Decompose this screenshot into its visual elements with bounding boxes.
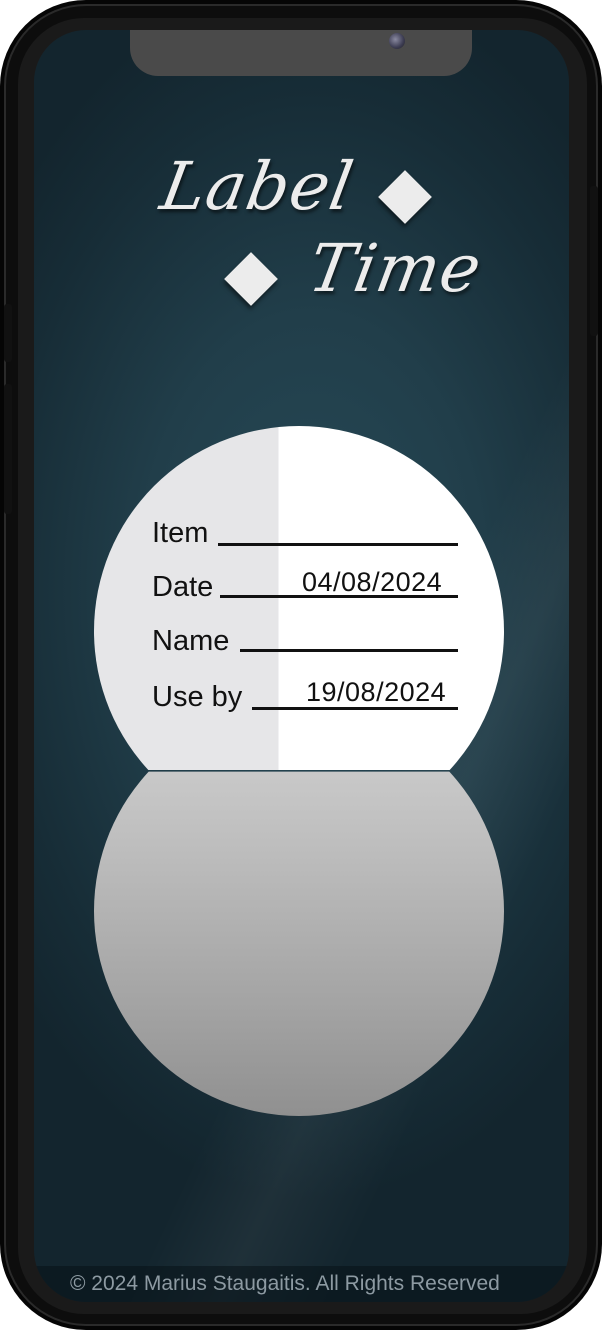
label-field-use-by[interactable]: Use by 19/08/2024 <box>152 676 468 716</box>
field-underline <box>218 543 458 546</box>
field-label: Item <box>152 517 209 549</box>
field-label: Date <box>152 571 214 603</box>
copyright-text: © 2024 Marius Staugaitis. All Rights Res… <box>70 1272 500 1295</box>
volume-buttons <box>4 384 12 514</box>
label-field-item[interactable]: Item <box>152 512 462 552</box>
app-screen: Label Time Item Date 04/08/2024 Name Use… <box>34 30 569 1302</box>
diamond-icon <box>224 252 278 306</box>
logo-word-label: Label <box>155 148 360 225</box>
camera-icon <box>389 33 405 49</box>
mute-switch <box>4 304 12 362</box>
logo-word-time: Time <box>303 230 488 307</box>
field-value[interactable]: 19/08/2024 <box>306 677 446 708</box>
field-value[interactable]: 04/08/2024 <box>302 567 442 598</box>
field-underline <box>240 649 458 652</box>
notch <box>130 30 472 76</box>
power-button <box>590 186 598 336</box>
field-label: Use by <box>152 681 243 713</box>
label-field-name[interactable]: Name <box>152 620 462 660</box>
diamond-icon <box>378 170 432 224</box>
label-field-date[interactable]: Date 04/08/2024 <box>152 566 468 606</box>
field-label: Name <box>152 625 230 657</box>
